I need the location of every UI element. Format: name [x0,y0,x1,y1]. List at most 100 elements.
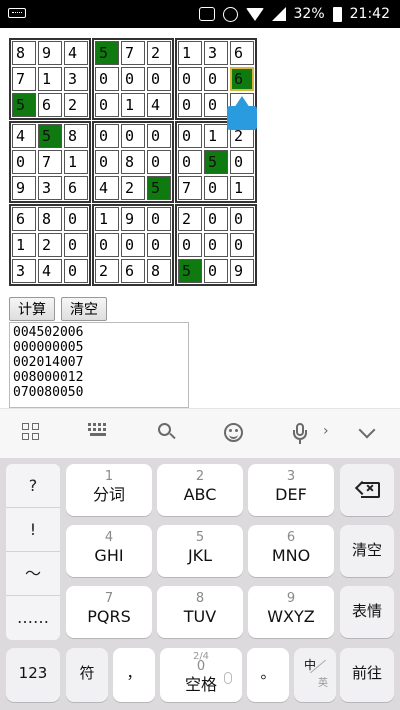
sudoku-cell[interactable]: 6 [230,67,254,91]
symbol-key-exclaim[interactable]: ! [6,508,60,552]
sudoku-cell[interactable]: 6 [12,207,36,231]
sudoku-cell[interactable]: 2 [95,259,119,283]
sudoku-cell[interactable]: 1 [95,207,119,231]
sudoku-cell[interactable]: 0 [147,233,171,257]
sudoku-cell[interactable]: 5 [38,124,62,148]
sudoku-cell[interactable]: 3 [64,67,88,91]
key-1[interactable]: 1 分词 [66,464,152,516]
keyboard-clear-key[interactable]: 清空 [340,525,394,577]
sudoku-cell[interactable]: 0 [147,150,171,174]
sudoku-cell[interactable]: 1 [38,67,62,91]
sudoku-cell[interactable]: 0 [204,259,228,283]
sudoku-cell[interactable]: 0 [204,67,228,91]
sudoku-cell[interactable]: 0 [204,176,228,200]
key-9[interactable]: 9 WXYZ [248,586,334,638]
language-switch-key[interactable]: 中 英 [294,648,336,702]
emoji-icon[interactable] [224,423,243,442]
sudoku-cell[interactable]: 4 [64,41,88,65]
sudoku-cell[interactable]: 0 [12,150,36,174]
sudoku-cell[interactable]: 2 [121,176,145,200]
key-4[interactable]: 4 GHI [66,525,152,577]
sudoku-cell[interactable]: 0 [121,67,145,91]
sudoku-cell[interactable]: 7 [38,150,62,174]
sudoku-cell[interactable]: 9 [12,176,36,200]
sudoku-cell[interactable]: 8 [38,207,62,231]
sudoku-cell[interactable]: 5 [204,150,228,174]
sudoku-cell[interactable]: 0 [178,93,202,117]
sudoku-cell[interactable]: 4 [95,176,119,200]
output-textarea[interactable]: 004502006 000000005 002014007 008000012 0700… [9,322,189,408]
sudoku-cell[interactable]: 0 [95,67,119,91]
symbol-key-tilde[interactable]: ～ [6,552,60,596]
sudoku-cell[interactable]: 0 [121,233,145,257]
sudoku-cell[interactable]: 0 [95,150,119,174]
sudoku-cell[interactable]: 1 [12,233,36,257]
space-key[interactable]: 2/4 0 空格 [160,648,242,702]
sudoku-cell[interactable]: 0 [230,150,254,174]
sudoku-cell[interactable]: 2 [147,41,171,65]
keyboard-layout-icon[interactable] [88,423,108,439]
sudoku-cell[interactable]: 4 [38,259,62,283]
sudoku-cell[interactable]: 0 [64,207,88,231]
sudoku-cell[interactable]: 1 [121,93,145,117]
key-5[interactable]: 5 JKL [157,525,243,577]
microphone-icon[interactable] [292,423,308,445]
sudoku-cell[interactable]: 8 [147,259,171,283]
sudoku-cell[interactable]: 0 [64,233,88,257]
sudoku-cell[interactable]: 4 [147,93,171,117]
sudoku-cell[interactable]: 7 [121,41,145,65]
sudoku-cell[interactable]: 1 [178,41,202,65]
period-key[interactable]: 。 [247,648,289,702]
sudoku-cell[interactable]: 0 [147,124,171,148]
sudoku-cell[interactable]: 0 [147,67,171,91]
search-icon[interactable] [158,423,176,441]
compute-button[interactable]: 计算 [9,297,55,321]
sudoku-cell[interactable]: 5 [178,259,202,283]
collapse-keyboard-icon[interactable] [358,423,376,441]
sudoku-cell[interactable]: 0 [95,233,119,257]
sudoku-cell[interactable]: 7 [12,67,36,91]
sudoku-cell[interactable]: 1 [204,124,228,148]
sudoku-cell[interactable]: 0 [178,124,202,148]
sudoku-cell[interactable]: 9 [230,259,254,283]
key-6[interactable]: 6 MNO [248,525,334,577]
sudoku-cell[interactable]: 4 [12,124,36,148]
sudoku-cell[interactable]: 0 [95,124,119,148]
sudoku-cell[interactable]: 0 [178,67,202,91]
sudoku-cell[interactable]: 0 [204,93,228,117]
apps-grid-icon[interactable] [22,423,40,441]
sudoku-cell[interactable]: 0 [178,233,202,257]
sudoku-cell[interactable]: 1 [64,150,88,174]
sudoku-cell[interactable]: 0 [147,207,171,231]
sudoku-cell[interactable]: 6 [38,93,62,117]
sudoku-cell[interactable]: 2 [178,207,202,231]
sudoku-cell[interactable]: 0 [64,259,88,283]
key-7[interactable]: 7 PQRS [66,586,152,638]
comma-key[interactable]: ， [113,648,155,702]
sudoku-cell[interactable]: 0 [95,93,119,117]
sudoku-cell[interactable]: 0 [204,233,228,257]
sudoku-cell[interactable]: 8 [12,41,36,65]
more-arrow-icon[interactable]: › [323,423,329,439]
sudoku-cell[interactable]: 6 [121,259,145,283]
sudoku-cell[interactable]: 0 [178,150,202,174]
sudoku-cell[interactable]: 1 [230,176,254,200]
go-key[interactable]: 前往 [340,648,394,702]
sudoku-cell[interactable]: 0 [204,207,228,231]
sudoku-cell[interactable]: 0 [230,233,254,257]
sudoku-cell[interactable]: 8 [121,150,145,174]
symbol-key-ellipsis[interactable]: …… [6,596,60,640]
sudoku-cell[interactable]: 9 [38,41,62,65]
sudoku-cell[interactable]: 2 [38,233,62,257]
sudoku-cell[interactable]: 9 [121,207,145,231]
key-3[interactable]: 3 DEF [248,464,334,516]
sudoku-cell[interactable]: 0 [121,124,145,148]
symbol-key[interactable]: 符 [66,648,108,702]
backspace-key[interactable] [340,464,394,516]
sudoku-cell[interactable]: 5 [95,41,119,65]
key-2[interactable]: 2 ABC [157,464,243,516]
sudoku-cell[interactable]: 5 [12,93,36,117]
sudoku-cell[interactable]: 3 [38,176,62,200]
emoji-key[interactable]: 表情 [340,586,394,638]
sudoku-cell[interactable]: 6 [230,41,254,65]
